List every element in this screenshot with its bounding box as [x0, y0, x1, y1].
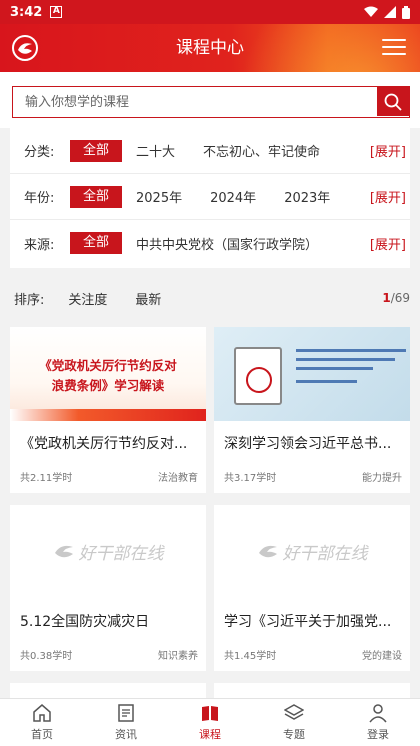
course-title: 学习《习近平关于加强党... — [224, 614, 392, 630]
filter-chip-all[interactable]: 全部 — [70, 232, 122, 254]
tab-label: 首页 — [31, 728, 53, 741]
home-icon — [33, 704, 51, 722]
filter-option[interactable]: 二十大 — [136, 141, 175, 160]
layers-icon — [284, 704, 304, 720]
course-title: 5.12全国防灾减灾日 — [20, 614, 150, 630]
search-section — [0, 72, 420, 128]
page-indicator: 1/69 — [382, 291, 410, 305]
watermark-logo: 好干部在线 — [10, 539, 206, 564]
menu-icon[interactable] — [382, 39, 406, 57]
wifi-icon — [364, 6, 378, 17]
tab-label: 资讯 — [115, 728, 137, 741]
course-book-icon — [202, 706, 218, 721]
watermark-text: 好干部在线 — [78, 544, 164, 564]
expand-button[interactable]: [展开] — [370, 187, 406, 206]
expand-button[interactable]: [展开] — [370, 141, 406, 160]
course-thumbnail: 好干部在线 — [10, 505, 206, 599]
watermark-text: 好干部在线 — [282, 544, 368, 564]
search-button[interactable] — [377, 87, 409, 116]
course-meta: 共1.45学时 党的建设 — [224, 647, 402, 662]
filter-label: 年份: — [24, 191, 55, 206]
course-title: 深刻学习领会习近平总书... — [224, 436, 392, 452]
filter-option[interactable]: 2024年 — [210, 187, 256, 206]
thumbnail-text: 《党政机关厉行节约反对 — [39, 358, 177, 373]
notification-badge: A — [50, 6, 63, 18]
search-box — [12, 86, 410, 118]
course-thumbnail — [214, 327, 410, 421]
page-title: 课程中心 — [176, 38, 244, 58]
thumbnail-text: 浪费条例》学习解读 — [51, 378, 165, 393]
course-tag: 法治教育 — [158, 473, 198, 484]
tab-news[interactable]: 资讯 — [84, 699, 168, 746]
status-time: 3:42 — [10, 4, 43, 20]
course-hours: 共0.38学时 — [20, 651, 73, 662]
battery-icon — [402, 5, 410, 19]
filter-option[interactable]: 2025年 — [136, 187, 182, 206]
thumbnail-stripe — [10, 409, 206, 421]
filter-row-source: 来源: 全部 中共中央党校（国家行政学院） [展开] — [10, 220, 410, 266]
user-icon — [369, 704, 387, 723]
status-bar: 3:42 A — [0, 0, 420, 24]
filter-label: 来源: — [24, 237, 55, 253]
tab-label: 课程 — [199, 728, 221, 741]
logo-icon — [54, 545, 73, 557]
course-hours: 共2.11学时 — [20, 473, 73, 484]
page-total: /69 — [390, 291, 410, 305]
filter-option[interactable]: 2023年 — [284, 187, 330, 206]
status-icons — [364, 5, 410, 19]
page-current: 1 — [382, 291, 391, 305]
course-card[interactable]: 深刻学习领会习近平总书... 共3.17学时 能力提升 — [214, 327, 410, 493]
document-illustration — [234, 347, 282, 405]
course-meta: 共0.38学时 知识素养 — [20, 647, 198, 662]
search-icon — [384, 93, 402, 111]
bottom-tab-bar: 首页 资讯 课程 专题 登录 — [0, 698, 420, 746]
course-meta: 共3.17学时 能力提升 — [224, 469, 402, 484]
sort-option-popularity[interactable]: 关注度 — [68, 289, 107, 308]
news-icon — [118, 704, 134, 722]
signal-icon — [384, 6, 396, 18]
sort-bar: 排序: 关注度 最新 1/69 — [0, 276, 420, 320]
course-tag: 知识素养 — [158, 651, 198, 662]
course-card[interactable]: 好干部在线 学习《习近平关于加强党... 共1.45学时 党的建设 — [214, 505, 410, 671]
course-card[interactable]: 《党政机关厉行节约反对 浪费条例》学习解读 《党政机关厉行节约反对... 共2.… — [10, 327, 206, 493]
tab-topics[interactable]: 专题 — [252, 699, 336, 746]
course-card[interactable]: 好干部在线 5.12全国防灾减灾日 共0.38学时 知识素养 — [10, 505, 206, 671]
course-thumbnail: 好干部在线 — [214, 505, 410, 599]
tab-login[interactable]: 登录 — [336, 699, 420, 746]
thumbnail-text-lines — [296, 349, 406, 389]
course-tag: 党的建设 — [362, 651, 402, 662]
filter-panel: 分类: 全部 二十大 不忘初心、牢记使命 [展开] 年份: 全部 2025年 2… — [10, 128, 410, 268]
course-title: 《党政机关厉行节约反对... — [20, 436, 188, 452]
filter-label: 分类: — [24, 145, 55, 160]
course-meta: 共2.11学时 法治教育 — [20, 469, 198, 484]
search-input[interactable] — [13, 87, 377, 117]
filter-row-category: 分类: 全部 二十大 不忘初心、牢记使命 [展开] — [10, 128, 410, 174]
course-thumbnail: 《党政机关厉行节约反对 浪费条例》学习解读 — [10, 327, 206, 421]
tab-courses[interactable]: 课程 — [168, 699, 252, 746]
tab-home[interactable]: 首页 — [0, 699, 84, 746]
expand-button[interactable]: [展开] — [370, 234, 406, 253]
sort-label: 排序: — [14, 292, 45, 308]
tab-label: 登录 — [367, 728, 389, 741]
filter-chip-all[interactable]: 全部 — [70, 185, 122, 208]
tab-label: 专题 — [283, 728, 305, 741]
sort-option-latest[interactable]: 最新 — [135, 289, 161, 308]
watermark-logo: 好干部在线 — [214, 539, 410, 564]
course-tag: 能力提升 — [362, 473, 402, 484]
filter-option[interactable]: 中共中央党校（国家行政学院） — [136, 234, 318, 253]
app-header: 课程中心 — [0, 24, 420, 72]
course-hours: 共1.45学时 — [224, 651, 277, 662]
filter-row-year: 年份: 全部 2025年 2024年 2023年 [展开] — [10, 174, 410, 220]
filter-option[interactable]: 不忘初心、牢记使命 — [203, 141, 320, 160]
filter-chip-all[interactable]: 全部 — [70, 139, 122, 162]
logo-icon — [258, 545, 277, 557]
course-hours: 共3.17学时 — [224, 473, 277, 484]
